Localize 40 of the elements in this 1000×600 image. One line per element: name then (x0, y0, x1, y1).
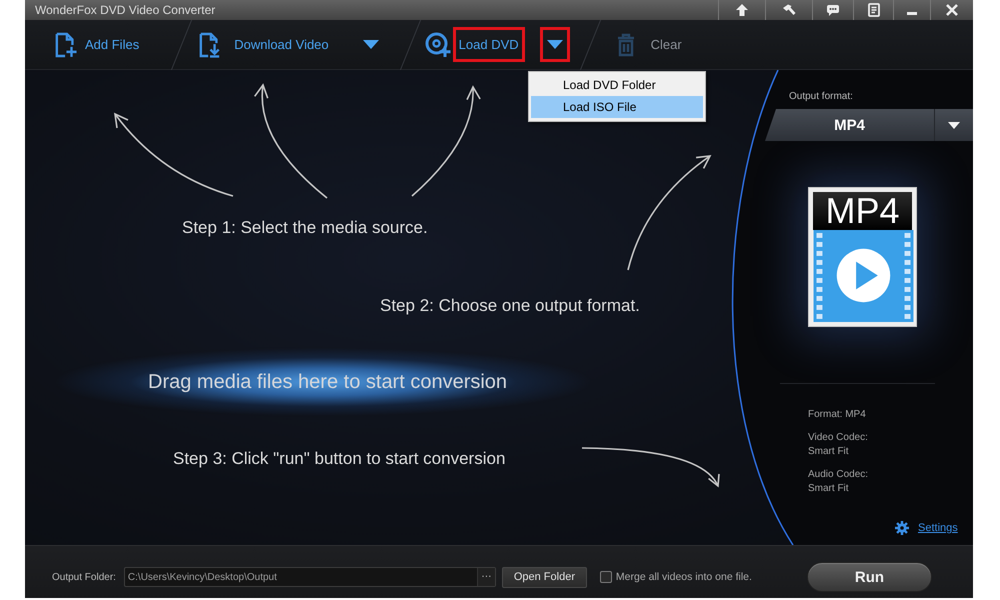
chat-icon[interactable] (826, 3, 840, 17)
caret-icon (362, 40, 379, 49)
dropdown-toggle-button[interactable] (540, 27, 570, 62)
file-add-icon[interactable] (55, 30, 77, 58)
window-title: WonderFox DVD Video Converter (34, 2, 216, 19)
output-path-value: C:\Users\Kevincy\Desktop\Output (128, 572, 277, 582)
merge-checkbox[interactable] (600, 571, 612, 583)
detail-value: Smart Fit (808, 482, 850, 496)
settings-icon[interactable] (895, 521, 909, 535)
arrow-up-icon[interactable] (735, 3, 749, 17)
step-text: Step 2: Choose one output format. (380, 296, 640, 316)
browse-button[interactable]: ··· (476, 568, 495, 586)
merge-label: Merge all videos into one file. (616, 571, 752, 583)
step-text: Step 3: Click "run" button to start conversion (173, 449, 506, 469)
caret-icon (948, 122, 960, 128)
close-icon[interactable] (945, 3, 959, 17)
output-format-label: Output format: (789, 91, 853, 103)
disc-add-icon[interactable] (424, 32, 451, 58)
open-folder-button[interactable]: Open Folder (502, 566, 587, 588)
output-folder-label: Output Folder: (52, 572, 116, 582)
document-icon[interactable] (866, 3, 880, 17)
download-video-button[interactable]: Download Video (228, 27, 335, 62)
detail-value: Smart Fit (808, 445, 850, 459)
settings-link[interactable]: Settings (918, 522, 958, 534)
file-download-icon[interactable] (199, 30, 222, 58)
add-files-button[interactable]: Add Files (79, 27, 146, 62)
output-format-select[interactable]: MP4 (765, 109, 973, 141)
load-dvd-button[interactable]: Load DVD (452, 27, 525, 62)
film-play-icon (813, 230, 914, 322)
hammer-icon[interactable] (782, 3, 796, 17)
detail-label: Audio Codec: (808, 468, 868, 482)
menu-item[interactable]: Load ISO File (531, 96, 703, 118)
detail-label: Format: MP4 (808, 408, 867, 422)
caret-icon (546, 40, 563, 49)
format-thumbnail-title: MP4 (813, 192, 912, 230)
run-button[interactable]: Run (807, 562, 932, 592)
detail-label: Video Codec: (808, 431, 868, 445)
step-text: Step 1: Select the media source. (182, 218, 428, 238)
output-path-field[interactable]: C:\Users\Kevincy\Desktop\Output ··· (124, 567, 496, 587)
menu-item[interactable]: Load DVD Folder (531, 74, 703, 96)
